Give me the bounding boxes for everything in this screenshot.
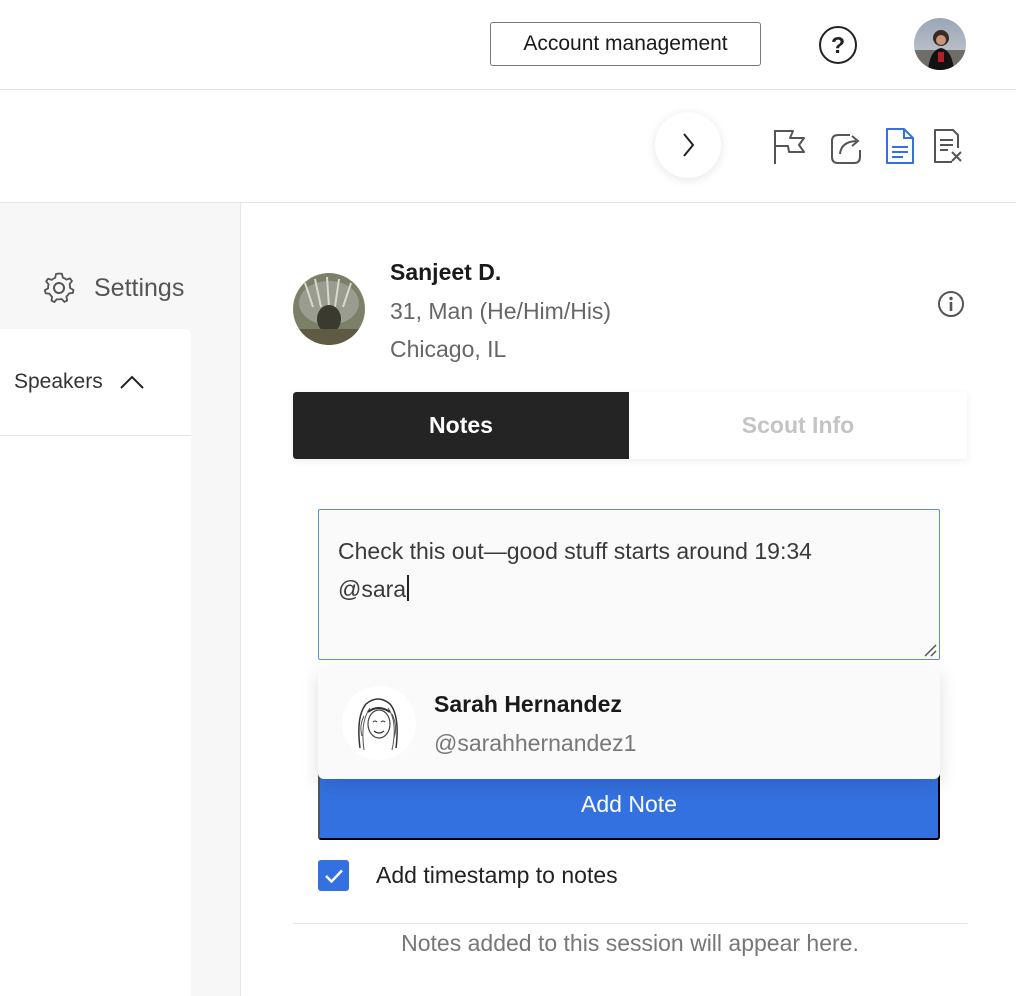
expand-panel-button[interactable] bbox=[655, 112, 721, 178]
participant-location: Chicago, IL bbox=[390, 336, 507, 362]
text-caret bbox=[407, 575, 409, 601]
timestamp-label: Add timestamp to notes bbox=[376, 862, 618, 888]
timestamp-checkbox[interactable] bbox=[318, 860, 349, 891]
note-mention-text: @sara bbox=[338, 576, 407, 602]
gear-icon bbox=[43, 272, 75, 303]
top-bar: Account management ? bbox=[0, 0, 1016, 90]
check-icon bbox=[324, 869, 343, 883]
speakers-toggle[interactable]: Speakers bbox=[0, 329, 191, 436]
user-avatar[interactable] bbox=[914, 18, 966, 70]
mention-suggestion[interactable]: Sarah Hernandez @sarahhernandez1 bbox=[318, 667, 940, 779]
note-text-line-2: @sara bbox=[338, 570, 920, 608]
mention-name: Sarah Hernandez bbox=[434, 691, 622, 717]
settings-link[interactable]: Settings bbox=[42, 271, 184, 305]
share-icon[interactable] bbox=[828, 126, 864, 166]
session-toolbar bbox=[0, 90, 1016, 203]
participant-avatar bbox=[293, 273, 365, 345]
tab-scout-info[interactable]: Scout Info bbox=[629, 392, 967, 459]
chevron-right-icon bbox=[683, 133, 695, 157]
tab-notes[interactable]: Notes bbox=[293, 392, 629, 459]
note-textarea[interactable]: Check this out—good stuff starts around … bbox=[318, 509, 940, 660]
settings-label: Settings bbox=[94, 273, 185, 302]
participant-name: Sanjeet D. bbox=[390, 259, 502, 285]
account-management-button[interactable]: Account management bbox=[490, 22, 761, 66]
help-circle-icon[interactable]: ? bbox=[819, 26, 857, 64]
speakers-panel: Speakers bbox=[0, 329, 191, 996]
remove-document-icon[interactable] bbox=[930, 126, 966, 166]
flag-icon[interactable] bbox=[771, 126, 807, 166]
notes-panel: Sanjeet D. 31, Man (He/Him/His) Chicago,… bbox=[242, 203, 1016, 996]
timestamp-option: Add timestamp to notes bbox=[318, 860, 618, 891]
participant-demographics: 31, Man (He/Him/His) bbox=[390, 298, 612, 324]
info-icon[interactable] bbox=[937, 290, 965, 318]
mention-handle: @sarahhernandez1 bbox=[434, 730, 637, 756]
mention-avatar bbox=[342, 686, 416, 760]
divider bbox=[293, 923, 967, 924]
speakers-label: Speakers bbox=[14, 370, 103, 393]
empty-notes-message: Notes added to this session will appear … bbox=[401, 930, 859, 956]
chevron-up-icon bbox=[120, 375, 144, 389]
notes-tabs: Notes Scout Info bbox=[293, 392, 967, 459]
left-sidebar: Settings Speakers bbox=[0, 203, 241, 996]
resize-handle-icon[interactable] bbox=[923, 643, 937, 657]
note-text-line-1: Check this out—good stuff starts around … bbox=[338, 538, 812, 564]
document-icon[interactable] bbox=[882, 126, 918, 166]
